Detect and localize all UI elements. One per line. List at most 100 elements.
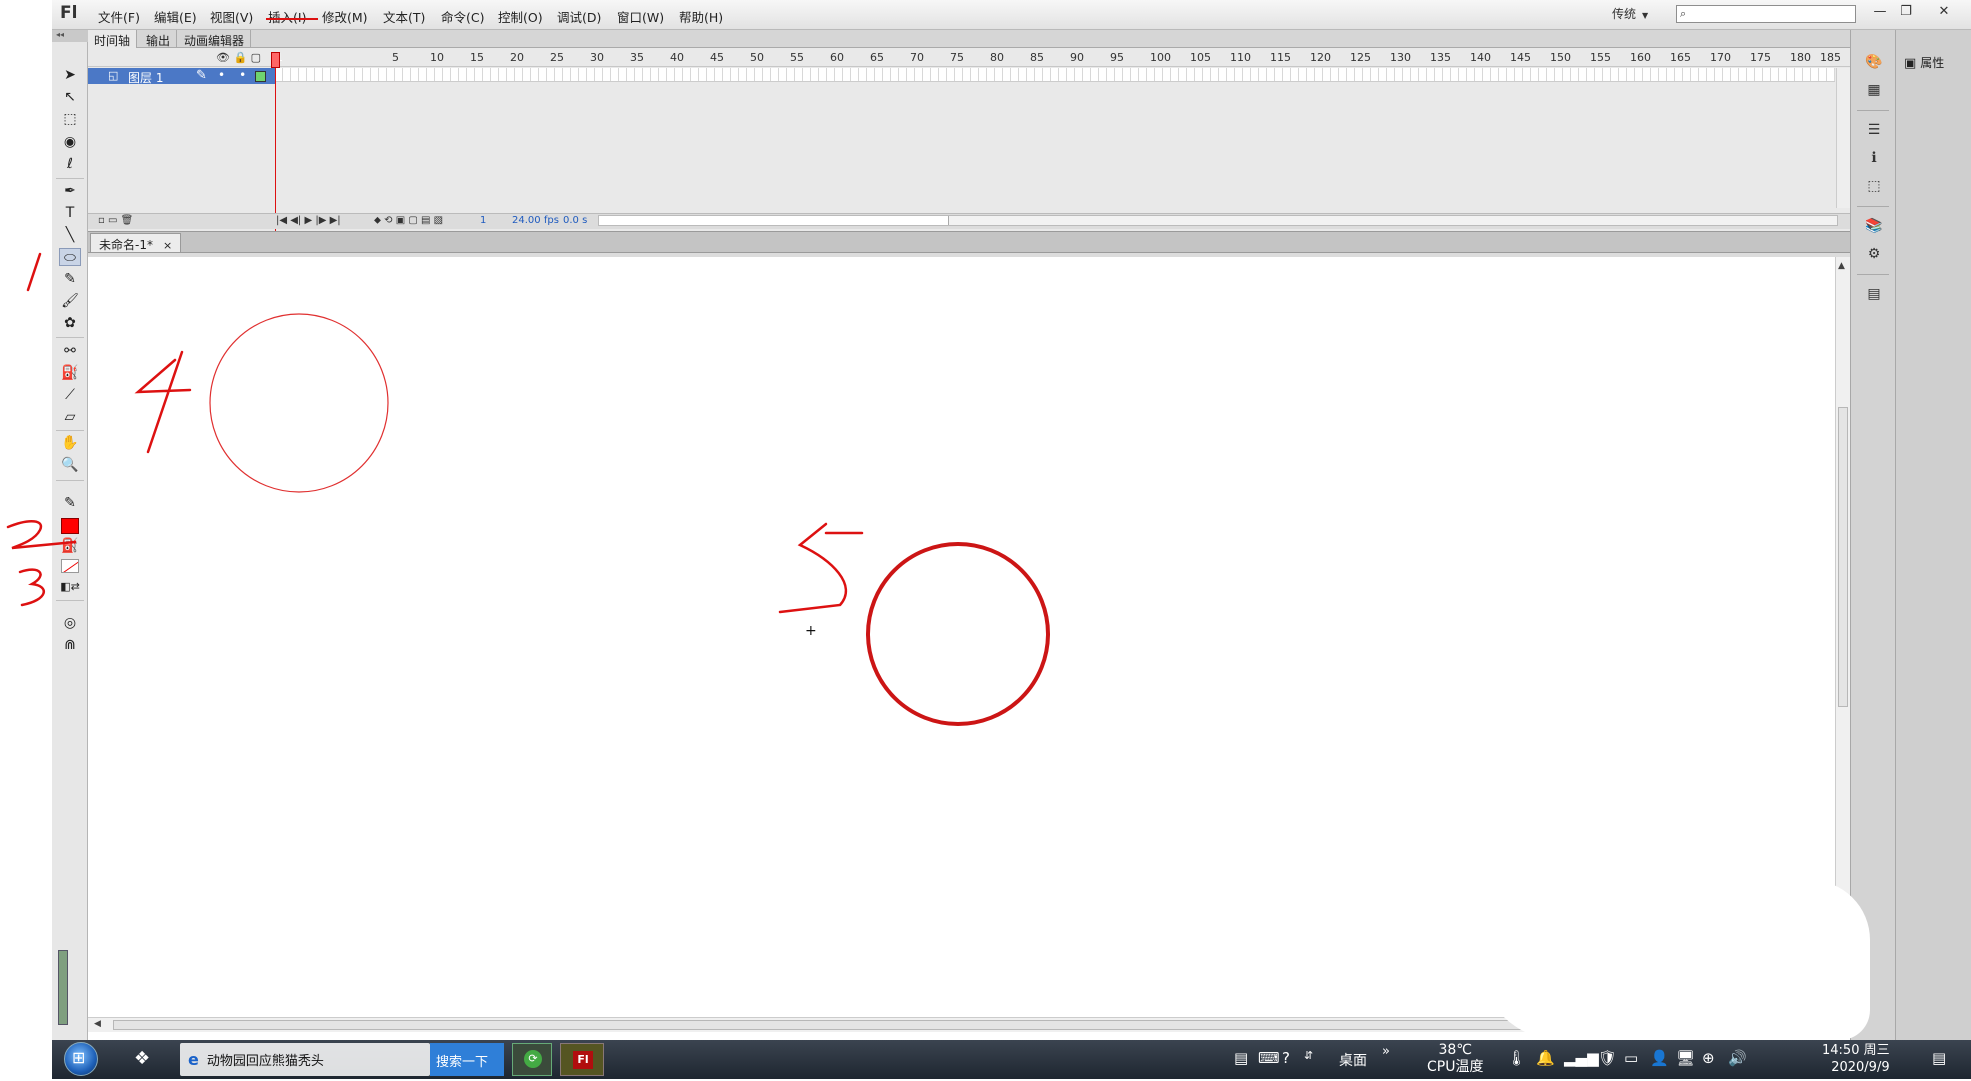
toolbar-overflow-icon[interactable]: »	[1382, 1044, 1390, 1059]
ruler-label: 65	[870, 51, 884, 64]
scroll-left-icon[interactable]: ◀	[94, 1019, 101, 1029]
action-center-icon[interactable]: ▤	[1932, 1049, 1946, 1067]
deco-tool-icon[interactable]: ✿	[59, 314, 81, 332]
frame-rate[interactable]: 24.00 fps	[512, 215, 559, 226]
tray-thermometer-icon[interactable]: 🌡	[1507, 1049, 1526, 1067]
line-tool-icon[interactable]: ╲	[59, 226, 81, 244]
color-panel-icon[interactable]: 🎨	[1863, 54, 1885, 74]
scroll-up-icon[interactable]: ▲	[1838, 261, 1845, 271]
taskbar-green-app[interactable]: ⟳	[512, 1043, 552, 1076]
menu-edit[interactable]: 编辑(E)	[154, 7, 197, 26]
menu-insert[interactable]: 插入(I)	[268, 7, 306, 26]
close-tab-icon[interactable]: ×	[163, 239, 172, 252]
close-button[interactable]: ✕	[1932, 2, 1956, 22]
taskbar-search-button[interactable]: 搜索一下	[430, 1043, 504, 1076]
timeline-scroll-thumb[interactable]	[599, 216, 949, 225]
new-layer-icon[interactable]: ▫ ▭ 🗑	[98, 215, 133, 226]
selection-tool-icon[interactable]: ➤	[59, 66, 81, 84]
tray-monitor-icon[interactable]: 🖥	[1676, 1049, 1695, 1067]
restore-button[interactable]: ❐	[1894, 2, 1918, 22]
ruler-label: 55	[790, 51, 804, 64]
layer-outline-color-box[interactable]	[255, 71, 266, 82]
desktop-toolbar-label[interactable]: 桌面	[1339, 1050, 1367, 1070]
timeline-horizontal-scrollbar[interactable]	[598, 215, 1838, 226]
stage-vertical-thumb[interactable]	[1838, 407, 1848, 707]
document-tab[interactable]: 未命名-1* ×	[90, 233, 182, 252]
menu-file[interactable]: 文件(F)	[98, 7, 140, 26]
menu-text[interactable]: 文本(T)	[383, 7, 425, 26]
transform-panel-icon[interactable]: ⬚	[1863, 178, 1885, 198]
frame-ruler[interactable]: 1 5 10 15 20 25 30 35 40 45 50 55 60 65 …	[275, 49, 1841, 67]
menu-modify[interactable]: 修改(M)	[322, 7, 368, 26]
menu-view[interactable]: 视图(V)	[210, 7, 253, 26]
pen-tool-icon[interactable]: ✒	[59, 182, 81, 200]
eyedropper-tool-icon[interactable]: ⟋	[59, 386, 81, 404]
onion-skin-icons[interactable]: ⬥ ⟲ ▣ ▢ ▤ ▧	[374, 215, 443, 226]
stroke-color-swatch[interactable]	[61, 518, 79, 534]
layer-row[interactable]: ◱ 图层 1 ✎ ••	[88, 68, 275, 85]
menu-control[interactable]: 控制(O)	[498, 7, 543, 26]
minimize-button[interactable]: —	[1868, 2, 1892, 22]
zoom-tool-icon[interactable]: 🔍	[59, 456, 81, 474]
free-transform-tool-icon[interactable]: ⬚	[59, 110, 81, 128]
layer-state-dots[interactable]: ••	[218, 68, 260, 82]
menu-commands[interactable]: 命令(C)	[441, 7, 484, 26]
brush-tool-icon[interactable]: 🖌	[59, 292, 81, 310]
tray-user-icon[interactable]: 👤	[1650, 1049, 1669, 1067]
stage-horizontal-thumb[interactable]	[113, 1020, 1563, 1030]
timeline-vertical-scrollbar[interactable]	[1836, 68, 1850, 208]
tray-shield-icon[interactable]: 🛡	[1598, 1049, 1617, 1067]
tray-signal-icon[interactable]: ▂▄▆	[1564, 1049, 1599, 1067]
tray-keyboard-icon[interactable]: ⌨	[1258, 1049, 1280, 1067]
menu-window[interactable]: 窗口(W)	[617, 7, 664, 26]
tray-expand-icon[interactable]: ⇵	[1304, 1049, 1313, 1062]
tools-collapse-handle[interactable]: ◂◂	[52, 30, 88, 42]
lasso-tool-icon[interactable]: ℓ	[59, 155, 81, 173]
object-drawing-icon[interactable]: ◎	[59, 614, 81, 632]
3d-rotation-tool-icon[interactable]: ◉	[59, 133, 81, 151]
menu-help[interactable]: 帮助(H)	[679, 7, 723, 26]
align-panel-icon[interactable]: ☰	[1863, 122, 1885, 142]
help-search-box[interactable]: ⌕	[1676, 5, 1856, 23]
taskbar-ie-window[interactable]: e 动物园回应熊猫秃头	[180, 1043, 430, 1076]
tray-pdf-icon[interactable]: ▤	[1234, 1049, 1248, 1067]
pencil-tool-icon[interactable]: ✎	[59, 270, 81, 288]
start-button[interactable]: ⊞	[64, 1042, 98, 1076]
search-input[interactable]	[1693, 7, 1853, 21]
text-tool-icon[interactable]: T	[59, 204, 81, 222]
pinned-app-icon[interactable]: ❖	[134, 1048, 150, 1081]
bone-tool-icon[interactable]: ⚯	[59, 342, 81, 360]
ruler-label: 75	[950, 51, 964, 64]
oval-tool-icon[interactable]: ⬭	[59, 248, 81, 266]
motion-presets-panel-icon[interactable]: ▤	[1863, 286, 1885, 306]
snap-magnet-icon[interactable]: ⋒	[59, 636, 81, 654]
swatches-panel-icon[interactable]: ▦	[1863, 82, 1885, 102]
workspace-switcher[interactable]: 传统 ▼	[1612, 5, 1648, 22]
tray-network-icon[interactable]: ▭	[1624, 1049, 1638, 1067]
playhead-handle[interactable]	[271, 52, 280, 68]
timeline-panel: 时间轴 输出 动画编辑器 👁 🔒 ▢ 1 5 10 15 20 25 30 35…	[88, 30, 1850, 232]
properties-panel-button[interactable]: ▣ 属性	[1904, 54, 1966, 76]
components-panel-icon[interactable]: ⚙	[1863, 246, 1885, 266]
tray-add-icon[interactable]: ⊕	[1702, 1049, 1715, 1067]
taskbar-flash-app[interactable]: Fl	[560, 1043, 604, 1076]
playback-controls[interactable]: |◀ ◀| ▶ |▶ ▶|	[276, 215, 341, 226]
library-panel-icon[interactable]: 📚	[1863, 218, 1885, 238]
menu-debug[interactable]: 调试(D)	[557, 7, 601, 26]
tray-bell-icon[interactable]: 🔔	[1536, 1049, 1555, 1067]
paint-bucket-tool-icon[interactable]: ⛽	[59, 364, 81, 382]
swap-colors-icon[interactable]: ◧⇄	[59, 578, 81, 596]
eraser-tool-icon[interactable]: ▱	[59, 408, 81, 426]
subselection-tool-icon[interactable]: ↖	[59, 88, 81, 106]
taskbar-clock[interactable]: 14:50 周三 2020/9/9	[1822, 1042, 1890, 1076]
hand-tool-icon[interactable]: ✋	[59, 434, 81, 452]
tab-output[interactable]: 输出	[140, 30, 178, 48]
tray-help-icon[interactable]: ?	[1282, 1049, 1290, 1067]
tab-motion-editor[interactable]: 动画编辑器	[178, 30, 252, 48]
info-panel-icon[interactable]: ℹ	[1863, 150, 1885, 170]
tab-timeline[interactable]: 时间轴	[88, 30, 138, 48]
frame-grid[interactable]	[275, 68, 1835, 82]
tray-volume-icon[interactable]: 🔊	[1728, 1049, 1747, 1067]
layer-visibility-lock-outline-icons[interactable]: 👁 🔒 ▢	[216, 51, 261, 64]
fill-color-swatch[interactable]	[61, 559, 79, 573]
